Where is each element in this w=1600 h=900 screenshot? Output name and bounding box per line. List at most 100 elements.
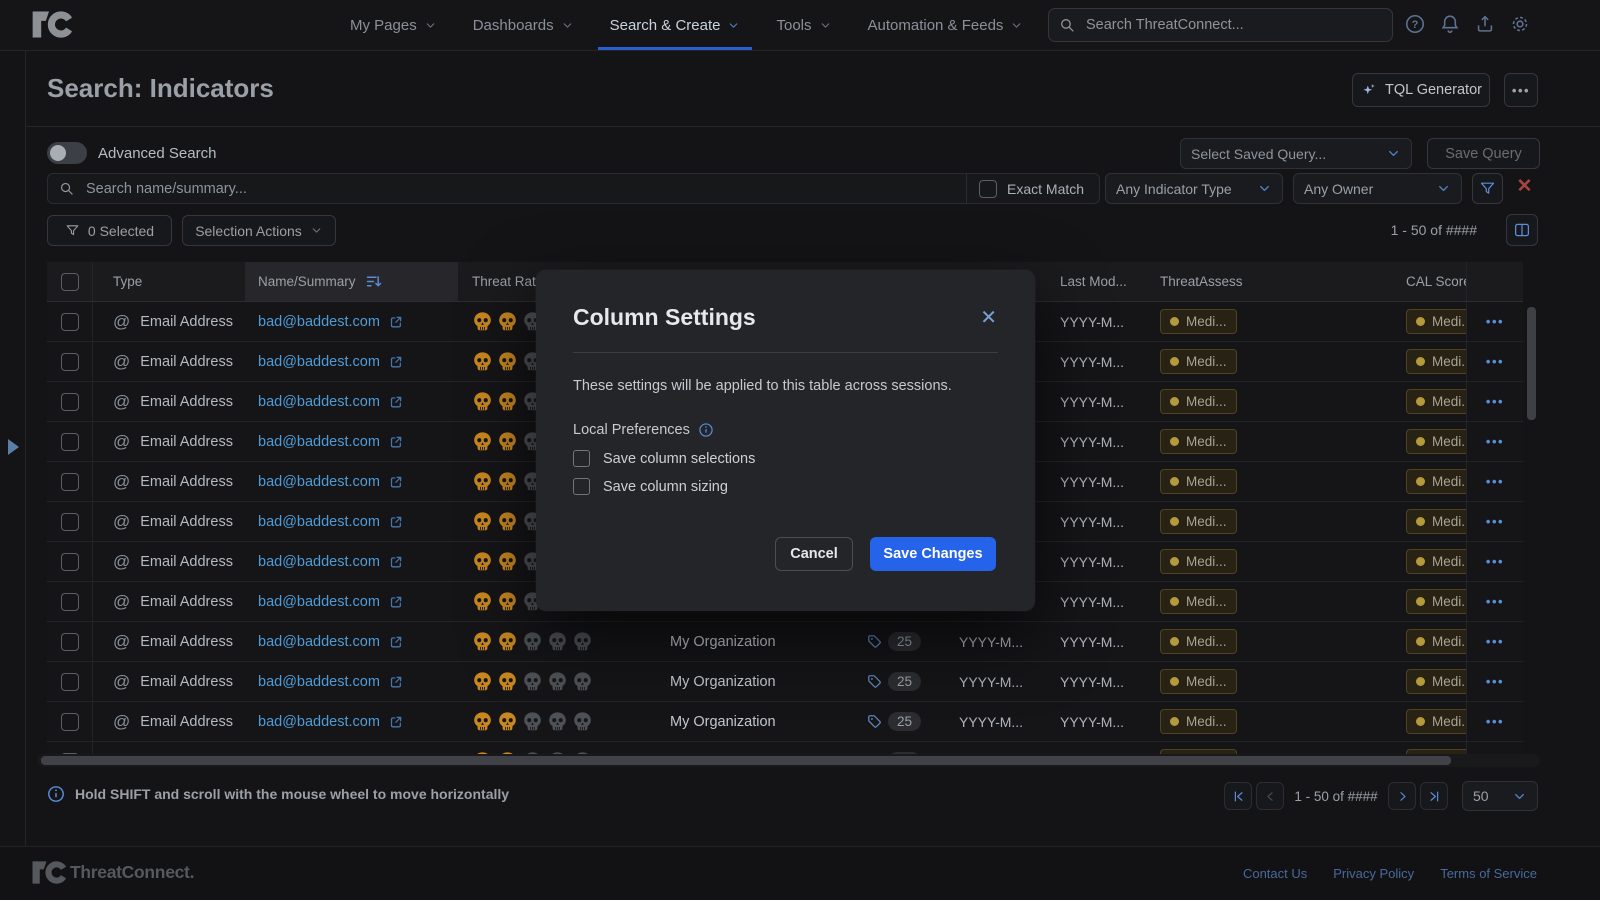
selected-count-button[interactable]: 0 Selected bbox=[47, 215, 172, 246]
page-size-select[interactable]: 50 bbox=[1462, 781, 1538, 811]
owner-select[interactable]: Any Owner bbox=[1293, 173, 1462, 204]
info-icon[interactable] bbox=[698, 422, 714, 438]
indicator-link[interactable]: bad@baddest.com bbox=[258, 634, 380, 650]
modal-close-icon[interactable]: ✕ bbox=[980, 308, 997, 328]
row-more-icon[interactable]: ••• bbox=[1486, 434, 1504, 449]
external-link-icon[interactable] bbox=[388, 714, 404, 730]
nav-item-tools[interactable]: Tools bbox=[776, 0, 831, 50]
page-more-button[interactable]: ••• bbox=[1504, 73, 1538, 107]
external-link-icon[interactable] bbox=[388, 474, 404, 490]
indicator-link[interactable]: bad@baddest.com bbox=[258, 434, 380, 450]
notifications-icon[interactable] bbox=[1439, 13, 1461, 35]
footer-link-privacy-policy[interactable]: Privacy Policy bbox=[1333, 866, 1414, 881]
save-column-sizing-checkbox[interactable] bbox=[573, 478, 590, 495]
external-link-icon[interactable] bbox=[388, 394, 404, 410]
pagination-last-button[interactable] bbox=[1420, 782, 1448, 810]
nav-item-automation-feeds[interactable]: Automation & Feeds bbox=[868, 0, 1024, 50]
vertical-scrollbar-thumb[interactable] bbox=[1527, 307, 1536, 420]
row-more-icon[interactable]: ••• bbox=[1486, 554, 1504, 569]
indicator-link[interactable]: bad@baddest.com bbox=[258, 314, 380, 330]
indicator-link[interactable]: bad@baddest.com bbox=[258, 594, 380, 610]
row-more-icon[interactable]: ••• bbox=[1486, 474, 1504, 489]
pagination-first-button[interactable] bbox=[1224, 782, 1252, 810]
row-checkbox[interactable] bbox=[61, 713, 79, 731]
row-more-icon[interactable]: ••• bbox=[1486, 674, 1504, 689]
external-link-icon[interactable] bbox=[388, 674, 404, 690]
help-icon[interactable]: ? bbox=[1404, 13, 1426, 35]
row-more-icon[interactable]: ••• bbox=[1486, 394, 1504, 409]
save-column-sizing-option[interactable]: Save column sizing bbox=[573, 478, 728, 495]
panel-expand-arrow[interactable] bbox=[8, 439, 19, 455]
indicator-link[interactable]: bad@baddest.com bbox=[258, 354, 380, 370]
external-link-icon[interactable] bbox=[388, 594, 404, 610]
external-link-icon[interactable] bbox=[388, 434, 404, 450]
row-checkbox[interactable] bbox=[61, 593, 79, 611]
pagination-prev-button[interactable] bbox=[1256, 782, 1284, 810]
indicator-link[interactable]: bad@baddest.com bbox=[258, 554, 380, 570]
header-threatassess[interactable]: ThreatAssess bbox=[1152, 262, 1398, 301]
indicator-link[interactable]: bad@baddest.com bbox=[258, 394, 380, 410]
indicator-link[interactable]: bad@baddest.com bbox=[258, 714, 380, 730]
global-search-input[interactable] bbox=[1084, 16, 1382, 34]
indicator-link[interactable]: bad@baddest.com bbox=[258, 514, 380, 530]
tql-generator-button[interactable]: TQL Generator bbox=[1352, 73, 1490, 107]
row-checkbox[interactable] bbox=[61, 553, 79, 571]
row-checkbox[interactable] bbox=[61, 313, 79, 331]
row-more-icon[interactable]: ••• bbox=[1486, 514, 1504, 529]
header-last-modified[interactable]: Last Mod... bbox=[1042, 262, 1152, 301]
exact-match-checkbox[interactable] bbox=[979, 180, 997, 198]
row-more-icon[interactable]: ••• bbox=[1486, 714, 1504, 729]
header-name-summary[interactable]: Name/Summary bbox=[245, 262, 458, 301]
settings-icon[interactable] bbox=[1509, 13, 1531, 35]
share-icon[interactable] bbox=[1474, 13, 1496, 35]
save-column-selections-option[interactable]: Save column selections bbox=[573, 450, 755, 467]
tag-count-badge[interactable]: 25 bbox=[888, 672, 921, 691]
filter-button[interactable] bbox=[1472, 173, 1503, 204]
save-query-button[interactable]: Save Query bbox=[1427, 138, 1540, 169]
external-link-icon[interactable] bbox=[388, 314, 404, 330]
nav-item-my-pages[interactable]: My Pages bbox=[350, 0, 437, 50]
nav-item-search-create[interactable]: Search & Create bbox=[610, 0, 741, 50]
indicator-link[interactable]: bad@baddest.com bbox=[258, 474, 380, 490]
tag-count-badge[interactable]: 25 bbox=[888, 632, 921, 651]
footer-link-contact-us[interactable]: Contact Us bbox=[1243, 866, 1307, 881]
row-checkbox[interactable] bbox=[61, 433, 79, 451]
row-more-icon[interactable]: ••• bbox=[1486, 354, 1504, 369]
indicator-link[interactable]: bad@baddest.com bbox=[258, 674, 380, 690]
external-link-icon[interactable] bbox=[388, 354, 404, 370]
clear-filters-button[interactable]: ✕ bbox=[1509, 171, 1540, 202]
vertical-scrollbar[interactable] bbox=[1527, 303, 1536, 758]
pagination-next-button[interactable] bbox=[1388, 782, 1416, 810]
row-checkbox[interactable] bbox=[61, 473, 79, 491]
advanced-search-toggle[interactable] bbox=[47, 142, 87, 164]
row-more-icon[interactable]: ••• bbox=[1486, 634, 1504, 649]
row-more-icon[interactable]: ••• bbox=[1486, 594, 1504, 609]
footer-link-terms-of-service[interactable]: Terms of Service bbox=[1440, 866, 1537, 881]
row-more-icon[interactable]: ••• bbox=[1486, 314, 1504, 329]
horizontal-scrollbar-thumb[interactable] bbox=[41, 756, 1451, 765]
saved-query-select[interactable]: Select Saved Query... bbox=[1180, 138, 1412, 169]
external-link-icon[interactable] bbox=[388, 554, 404, 570]
row-checkbox[interactable] bbox=[61, 513, 79, 531]
external-link-icon[interactable] bbox=[388, 514, 404, 530]
row-checkbox[interactable] bbox=[61, 393, 79, 411]
header-cal-score[interactable]: CAL Score bbox=[1398, 262, 1466, 301]
exact-match-option[interactable]: Exact Match bbox=[966, 174, 1099, 203]
save-column-selections-checkbox[interactable] bbox=[573, 450, 590, 467]
column-settings-button[interactable] bbox=[1506, 214, 1538, 246]
threatconnect-logo-icon[interactable] bbox=[32, 11, 72, 38]
cancel-button[interactable]: Cancel bbox=[775, 537, 853, 571]
select-all-checkbox[interactable] bbox=[61, 273, 79, 291]
row-checkbox[interactable] bbox=[61, 353, 79, 371]
indicator-type-select[interactable]: Any Indicator Type bbox=[1105, 173, 1283, 204]
row-checkbox[interactable] bbox=[61, 633, 79, 651]
selection-actions-button[interactable]: Selection Actions bbox=[182, 215, 336, 246]
header-type[interactable]: Type bbox=[93, 262, 245, 301]
tag-count-badge[interactable]: 25 bbox=[888, 712, 921, 731]
nav-item-dashboards[interactable]: Dashboards bbox=[473, 0, 574, 50]
save-changes-button[interactable]: Save Changes bbox=[870, 537, 996, 571]
table-search-input[interactable] bbox=[84, 180, 955, 198]
row-checkbox[interactable] bbox=[61, 673, 79, 691]
horizontal-scrollbar[interactable] bbox=[37, 754, 1540, 767]
external-link-icon[interactable] bbox=[388, 634, 404, 650]
